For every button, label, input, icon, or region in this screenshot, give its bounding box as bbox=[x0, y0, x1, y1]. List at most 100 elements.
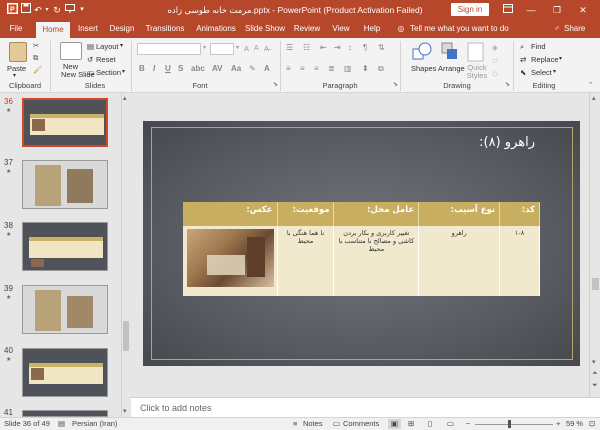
slide-thumbnail[interactable] bbox=[22, 348, 108, 397]
rtl-icon[interactable]: ¶ bbox=[363, 43, 367, 52]
slide-thumbnail[interactable] bbox=[22, 98, 108, 147]
shape-outline-icon[interactable]: ▱ bbox=[492, 56, 498, 65]
increase-indent-icon[interactable]: ⇥ bbox=[334, 43, 341, 52]
replace-dropdown-icon[interactable]: ▾ bbox=[559, 55, 562, 62]
normal-view-icon[interactable]: ▣ bbox=[388, 419, 401, 429]
slide-thumbnail[interactable] bbox=[22, 222, 108, 271]
paragraph-dialog-launcher-icon[interactable]: ⬊ bbox=[393, 81, 398, 88]
notes-placeholder[interactable]: Click to add notes bbox=[140, 403, 212, 413]
collapse-ribbon-icon[interactable]: ⌃ bbox=[588, 81, 594, 89]
language-indicator[interactable]: Persian (Iran) bbox=[72, 419, 117, 428]
numbering-icon[interactable]: ☷ bbox=[303, 43, 310, 52]
tab-transitions[interactable]: Transitions bbox=[143, 20, 187, 38]
decrease-font-icon[interactable]: A bbox=[254, 45, 259, 52]
notes-icon[interactable]: ≡ bbox=[293, 419, 297, 428]
bullets-icon[interactable]: ☰ bbox=[286, 43, 293, 52]
font-dialog-launcher-icon[interactable]: ⬊ bbox=[273, 81, 278, 88]
restore-icon[interactable]: ❐ bbox=[550, 3, 564, 17]
shape-effects-icon[interactable]: ◇ bbox=[492, 69, 498, 78]
align-right-icon[interactable]: ≡ bbox=[314, 64, 319, 73]
layout-button[interactable]: Layout bbox=[96, 42, 119, 51]
highlight-icon[interactable]: ✎ bbox=[249, 64, 256, 73]
fit-to-window-icon[interactable]: ⊡ bbox=[589, 419, 595, 428]
arrange-icon[interactable] bbox=[440, 41, 460, 65]
align-center-icon[interactable]: ≡ bbox=[300, 64, 305, 73]
paste-icon[interactable] bbox=[9, 42, 27, 62]
notes-button[interactable]: Notes bbox=[303, 419, 323, 428]
smartart-icon[interactable]: ⧉ bbox=[378, 64, 384, 74]
comments-button[interactable]: Comments bbox=[343, 419, 379, 428]
tab-file[interactable]: File bbox=[5, 20, 27, 38]
drawing-dialog-launcher-icon[interactable]: ⬊ bbox=[505, 81, 510, 88]
clear-formatting-icon[interactable]: A̶ bbox=[264, 44, 269, 53]
zoom-level[interactable]: 59 % bbox=[566, 419, 583, 428]
paste-label[interactable]: Paste bbox=[7, 64, 26, 73]
justify-icon[interactable]: ≣ bbox=[328, 64, 335, 73]
select-button[interactable]: Select bbox=[531, 68, 552, 77]
font-size-dropdown-icon[interactable]: ▾ bbox=[236, 44, 239, 51]
shapes-button[interactable]: Shapes bbox=[411, 64, 436, 73]
quick-styles-icon[interactable] bbox=[467, 41, 485, 65]
section-button[interactable]: Section bbox=[96, 68, 121, 77]
strikethrough-icon[interactable]: abc bbox=[191, 64, 205, 73]
zoom-slider[interactable] bbox=[475, 424, 553, 425]
cut-icon[interactable]: ✂ bbox=[33, 41, 39, 50]
share-icon[interactable]: ♂ bbox=[553, 20, 561, 38]
tab-help[interactable]: Help bbox=[362, 20, 382, 38]
close-icon[interactable]: ✕ bbox=[576, 3, 590, 17]
slide-thumbnail[interactable] bbox=[22, 410, 108, 417]
scroll-up-icon[interactable]: ▴ bbox=[592, 94, 596, 102]
reading-view-icon[interactable]: ▯ bbox=[428, 419, 432, 428]
arrange-button[interactable]: Arrange bbox=[438, 64, 465, 73]
increase-font-icon[interactable]: A bbox=[244, 44, 249, 53]
scroll-down-icon[interactable]: ▾ bbox=[592, 358, 596, 366]
undo-dropdown-icon[interactable]: ▾ bbox=[44, 3, 50, 17]
shapes-icon[interactable] bbox=[411, 41, 433, 65]
notes-pane[interactable]: Click to add notes bbox=[131, 397, 600, 417]
align-text-icon[interactable]: ⬍ bbox=[362, 64, 369, 73]
zoom-in-icon[interactable]: + bbox=[556, 419, 560, 428]
layout-dropdown-icon[interactable]: ▾ bbox=[120, 42, 123, 49]
copy-icon[interactable]: ⧉ bbox=[33, 53, 38, 63]
reset-button[interactable]: Reset bbox=[96, 55, 116, 64]
section-dropdown-icon[interactable]: ▾ bbox=[122, 68, 125, 75]
find-button[interactable]: Find bbox=[531, 42, 546, 51]
zoom-slider-knob[interactable] bbox=[508, 420, 511, 428]
zoom-out-icon[interactable]: − bbox=[466, 419, 470, 428]
shape-fill-icon[interactable]: ◆ bbox=[492, 43, 498, 52]
change-case-icon[interactable]: Aa bbox=[231, 64, 241, 73]
new-slide-icon[interactable] bbox=[60, 42, 82, 60]
font-name-dropdown-icon[interactable]: ▾ bbox=[203, 44, 206, 51]
ribbon-display-options-icon[interactable] bbox=[501, 3, 515, 17]
undo-icon[interactable]: ↶ bbox=[33, 3, 43, 17]
tab-view[interactable]: View bbox=[330, 20, 352, 38]
slide-table[interactable]: کد: نوع آسیب: عامل مخل: موقعیت: عکس: ۱-۸… bbox=[183, 202, 540, 296]
underline-icon[interactable]: U bbox=[165, 64, 171, 73]
slide-sorter-icon[interactable]: ⊞ bbox=[408, 419, 414, 428]
customize-qat-icon[interactable]: ▾ bbox=[78, 3, 86, 17]
comments-icon[interactable]: ▭ bbox=[333, 419, 340, 428]
spelling-icon[interactable]: ▤ bbox=[58, 419, 65, 428]
font-name-dropdown[interactable] bbox=[137, 43, 201, 55]
slide-thumbnail[interactable] bbox=[22, 160, 108, 209]
replace-button[interactable]: Replace bbox=[531, 55, 559, 64]
shadow-icon[interactable]: S bbox=[178, 64, 183, 73]
scroll-down-icon[interactable]: ▾ bbox=[123, 407, 127, 415]
slide-thumbnail[interactable] bbox=[22, 285, 108, 334]
columns-icon[interactable]: ▥ bbox=[344, 64, 352, 73]
slideshow-view-icon[interactable]: ▭ bbox=[447, 419, 454, 428]
scrollbar-thumb[interactable] bbox=[123, 321, 129, 351]
scroll-up-icon[interactable]: ▴ bbox=[123, 94, 127, 102]
character-spacing-icon[interactable]: AV bbox=[212, 64, 223, 73]
slide-title[interactable]: راهرو (۸): bbox=[440, 135, 535, 150]
italic-icon[interactable]: I bbox=[153, 64, 155, 73]
tab-insert[interactable]: Insert bbox=[75, 20, 101, 38]
tab-slide-show[interactable]: Slide Show bbox=[245, 20, 285, 38]
tab-animations[interactable]: Animations bbox=[194, 20, 238, 38]
scrollbar-thumb[interactable] bbox=[592, 278, 599, 290]
text-direction-icon[interactable]: ⇅ bbox=[378, 43, 385, 52]
sign-in-button[interactable]: Sign in bbox=[451, 3, 489, 16]
save-icon[interactable] bbox=[20, 3, 32, 17]
tab-design[interactable]: Design bbox=[108, 20, 136, 38]
tab-home[interactable]: Home bbox=[36, 22, 70, 38]
